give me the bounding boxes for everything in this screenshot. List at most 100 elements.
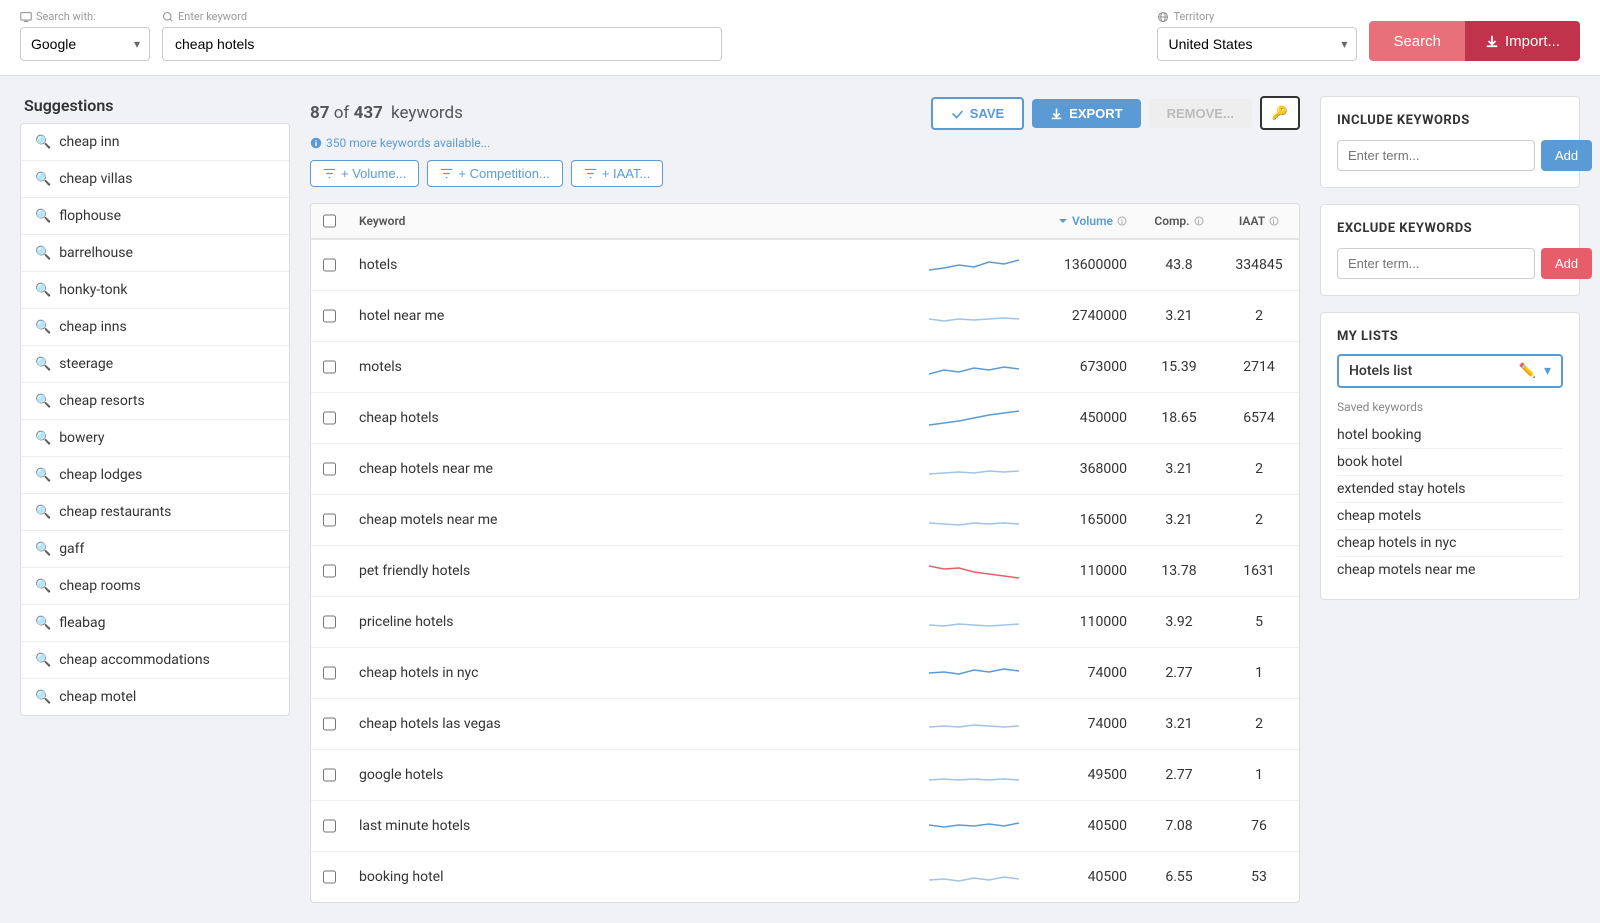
- header-comp[interactable]: Comp. i: [1139, 214, 1219, 228]
- suggestion-item[interactable]: 🔍cheap villas: [21, 161, 289, 198]
- suggestion-text: bowery: [59, 430, 104, 446]
- main-layout: Suggestions 🔍cheap inn🔍cheap villas🔍flop…: [0, 76, 1600, 923]
- exclude-keywords-row: Add: [1337, 248, 1563, 279]
- row-checkbox[interactable]: [323, 564, 336, 578]
- suggestion-item[interactable]: 🔍barrelhouse: [21, 235, 289, 272]
- edit-icon[interactable]: ✏️: [1519, 363, 1536, 379]
- row-volume: 40500: [1039, 869, 1139, 885]
- row-checkbox[interactable]: [323, 870, 336, 884]
- row-checkbox-cell: [311, 819, 347, 833]
- suggestion-item[interactable]: 🔍cheap rooms: [21, 568, 289, 605]
- suggestion-item[interactable]: 🔍cheap resorts: [21, 383, 289, 420]
- suggestion-item[interactable]: 🔍fleabag: [21, 605, 289, 642]
- header-keyword: Keyword: [347, 214, 909, 228]
- row-volume: 2740000: [1039, 308, 1139, 324]
- search-engine-select[interactable]: Google Bing Yahoo: [20, 27, 150, 61]
- include-keyword-input[interactable]: [1337, 140, 1535, 171]
- saved-keywords-list: hotel bookingbook hotelextended stay hot…: [1337, 422, 1563, 583]
- filter-chips: + Volume... + Competition... + IAAT...: [310, 160, 1300, 187]
- filter-chip[interactable]: + Competition...: [427, 160, 562, 187]
- row-checkbox[interactable]: [323, 819, 336, 833]
- suggestion-text: fleabag: [59, 615, 105, 631]
- row-checkbox[interactable]: [323, 513, 336, 527]
- suggestion-item[interactable]: 🔍steerage: [21, 346, 289, 383]
- row-keyword: pet friendly hotels: [347, 563, 909, 579]
- keywords-table: Keyword Volume i Comp. i IAAT i: [310, 203, 1300, 903]
- row-checkbox-cell: [311, 564, 347, 578]
- svg-text:i: i: [1121, 218, 1123, 226]
- row-chart: [909, 352, 1039, 382]
- remove-button[interactable]: REMOVE...: [1149, 99, 1252, 128]
- suggestion-item[interactable]: 🔍flophouse: [21, 198, 289, 235]
- row-checkbox-cell: [311, 717, 347, 731]
- suggestion-item[interactable]: 🔍cheap motel: [21, 679, 289, 715]
- filter-chip[interactable]: + Volume...: [310, 160, 419, 187]
- filter-chip[interactable]: + IAAT...: [571, 160, 664, 187]
- import-button[interactable]: Import...: [1465, 21, 1580, 61]
- suggestion-item[interactable]: 🔍bowery: [21, 420, 289, 457]
- suggestion-item[interactable]: 🔍cheap lodges: [21, 457, 289, 494]
- row-checkbox[interactable]: [323, 462, 336, 476]
- exclude-keyword-input[interactable]: [1337, 248, 1535, 279]
- suggestion-item[interactable]: 🔍cheap restaurants: [21, 494, 289, 531]
- row-chart: [909, 505, 1039, 535]
- suggestion-text: honky-tonk: [59, 282, 127, 298]
- row-keyword: last minute hotels: [347, 818, 909, 834]
- table-row: cheap hotels las vegas 74000 3.21 2: [311, 699, 1299, 750]
- row-checkbox[interactable]: [323, 717, 336, 731]
- keywords-count: 87 of 437 keywords: [310, 103, 463, 123]
- include-add-button[interactable]: Add: [1541, 140, 1592, 171]
- territory-select-wrapper: United States United Kingdom Canada Aust…: [1157, 27, 1357, 61]
- suggestion-item[interactable]: 🔍 honky-tonk: [21, 272, 289, 309]
- row-chart: [909, 454, 1039, 484]
- suggestions-list: 🔍cheap inn🔍cheap villas🔍flophouse🔍barrel…: [20, 123, 290, 716]
- suggestion-item[interactable]: 🔍cheap inns: [21, 309, 289, 346]
- header-volume[interactable]: Volume i: [1039, 214, 1139, 228]
- territory-label: Territory: [1157, 10, 1357, 23]
- row-checkbox[interactable]: [323, 309, 336, 323]
- search-icon: 🔍: [35, 653, 51, 668]
- row-keyword: cheap hotels las vegas: [347, 716, 909, 732]
- include-keywords-row: Add: [1337, 140, 1563, 171]
- chevron-down-icon[interactable]: ▾: [1544, 363, 1551, 379]
- row-checkbox[interactable]: [323, 411, 336, 425]
- row-iaat: 2: [1219, 716, 1299, 732]
- search-engine-select-wrapper: Google Bing Yahoo: [20, 27, 150, 61]
- row-checkbox-cell: [311, 411, 347, 425]
- row-checkbox[interactable]: [323, 258, 336, 272]
- search-icon: 🔍: [35, 283, 51, 298]
- row-comp: 2.77: [1139, 767, 1219, 783]
- table-row: google hotels 49500 2.77 1: [311, 750, 1299, 801]
- save-button[interactable]: SAVE: [931, 97, 1024, 130]
- row-chart: [909, 760, 1039, 790]
- saved-keyword-item: extended stay hotels: [1337, 476, 1563, 503]
- table-row: cheap hotels near me 368000 3.21 2: [311, 444, 1299, 495]
- top-bar: Search with: Google Bing Yahoo Enter key…: [0, 0, 1600, 76]
- suggestions-panel: Suggestions 🔍cheap inn🔍cheap villas🔍flop…: [20, 96, 290, 903]
- list-selector-actions: ✏️ ▾: [1519, 363, 1551, 379]
- suggestion-item[interactable]: 🔍gaff: [21, 531, 289, 568]
- row-volume: 368000: [1039, 461, 1139, 477]
- header-iaat[interactable]: IAAT i: [1219, 214, 1299, 228]
- row-keyword: cheap hotels in nyc: [347, 665, 909, 681]
- row-volume: 110000: [1039, 614, 1139, 630]
- row-chart: [909, 556, 1039, 586]
- select-all-checkbox[interactable]: [323, 214, 336, 228]
- row-checkbox[interactable]: [323, 360, 336, 374]
- exclude-add-button[interactable]: Add: [1541, 248, 1592, 279]
- svg-text:i: i: [1273, 218, 1275, 226]
- row-iaat: 1: [1219, 767, 1299, 783]
- row-checkbox[interactable]: [323, 666, 336, 680]
- export-button[interactable]: EXPORT: [1032, 99, 1140, 128]
- suggestion-item[interactable]: 🔍cheap accommodations: [21, 642, 289, 679]
- key-button[interactable]: 🔑: [1260, 96, 1300, 130]
- row-checkbox[interactable]: [323, 615, 336, 629]
- row-checkbox[interactable]: [323, 768, 336, 782]
- search-button[interactable]: Search: [1369, 21, 1465, 61]
- table-row: pet friendly hotels 110000 13.78 1631: [311, 546, 1299, 597]
- table-row: hotel near me 2740000 3.21 2: [311, 291, 1299, 342]
- keyword-input[interactable]: [162, 27, 722, 61]
- suggestion-item[interactable]: 🔍cheap inn: [21, 124, 289, 161]
- territory-select[interactable]: United States United Kingdom Canada Aust…: [1157, 27, 1357, 61]
- list-selector[interactable]: Hotels list ✏️ ▾: [1337, 354, 1563, 388]
